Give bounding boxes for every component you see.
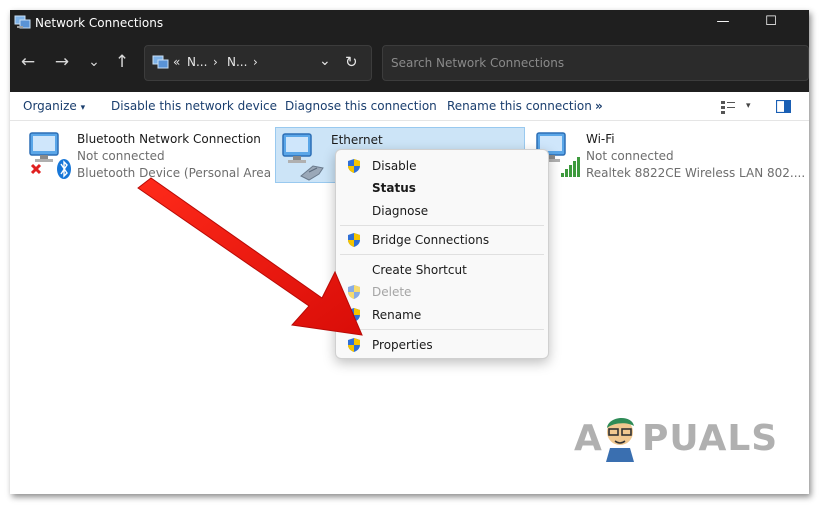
uac-shield-icon	[348, 159, 360, 173]
rename-connection-button[interactable]: Rename this connection	[447, 99, 592, 113]
organize-button[interactable]: Organize ▾	[23, 99, 85, 113]
explorer-window: Network Connections — ☐ ← → ⌄ ↑ « N... ›…	[10, 10, 809, 494]
view-options-icon[interactable]	[721, 100, 737, 114]
menu-label: Rename	[372, 308, 422, 322]
preview-pane-icon[interactable]	[776, 100, 791, 113]
connection-name: Bluetooth Network Connection	[77, 132, 261, 146]
path-separator: ›	[253, 55, 258, 69]
connection-device: Bluetooth Device (Personal Area ...	[77, 166, 287, 180]
connection-name: Wi-Fi	[586, 132, 615, 146]
menu-item-diagnose[interactable]: Diagnose	[336, 200, 548, 222]
appuals-watermark: A PUALS	[570, 408, 790, 468]
organize-label: Organize	[23, 99, 77, 113]
ethernet-network-icon	[282, 133, 324, 181]
menu-separator	[340, 254, 544, 255]
uac-shield-icon	[348, 233, 360, 247]
diagnose-connection-button[interactable]: Diagnose this connection	[285, 99, 437, 113]
path-overflow[interactable]: «	[173, 55, 180, 69]
address-path-box[interactable]: « N... › N... › ⌄ ↻	[144, 45, 372, 81]
title-bar: Network Connections — ☐	[10, 10, 809, 36]
menu-label: Disable	[372, 159, 417, 173]
address-toolbar: ← → ⌄ ↑ « N... › N... › ⌄ ↻ Search Netwo…	[10, 36, 809, 92]
path-segment-2[interactable]: N...	[227, 55, 247, 69]
network-connections-icon	[152, 55, 169, 69]
menu-separator	[340, 225, 544, 226]
connection-item-bluetooth[interactable]: Bluetooth Network Connection Not connect…	[20, 127, 286, 183]
menu-item-status[interactable]: Status	[336, 177, 548, 199]
connection-name: Ethernet	[331, 133, 383, 147]
refresh-button[interactable]: ↻	[345, 53, 358, 71]
back-button[interactable]: ←	[16, 50, 40, 74]
context-menu: Disable Status Diagnose Bridge Connectio…	[335, 149, 549, 359]
mascot-logo	[606, 417, 634, 462]
menu-item-delete: Delete	[336, 281, 548, 303]
minimize-button[interactable]: —	[703, 10, 743, 36]
disable-device-button[interactable]: Disable this network device	[111, 99, 277, 113]
network-connections-icon	[14, 15, 31, 29]
forward-button[interactable]: →	[50, 50, 74, 74]
uac-shield-icon	[348, 285, 360, 299]
menu-separator	[340, 329, 544, 330]
menu-item-disable[interactable]: Disable	[336, 155, 548, 177]
more-commands-button[interactable]: »	[595, 99, 603, 113]
menu-item-create-shortcut[interactable]: Create Shortcut	[336, 259, 548, 281]
menu-label: Create Shortcut	[372, 263, 467, 277]
menu-item-bridge-connections[interactable]: Bridge Connections	[336, 229, 548, 251]
menu-item-rename[interactable]: Rename	[336, 304, 548, 326]
menu-label: Status	[372, 181, 416, 195]
uac-shield-icon	[348, 308, 360, 322]
menu-label: Diagnose	[372, 204, 429, 218]
connection-item-wifi[interactable]: Wi-Fi Not connected Realtek 8822CE Wirel…	[529, 127, 805, 183]
uac-shield-icon	[348, 338, 360, 352]
path-separator: ›	[213, 55, 218, 69]
maximize-button[interactable]: ☐	[751, 10, 791, 36]
connection-status: Not connected	[586, 149, 674, 163]
chevron-down-icon: ▾	[80, 103, 86, 113]
up-button[interactable]: ↑	[110, 50, 134, 74]
path-segment-1[interactable]: N...	[187, 55, 207, 69]
address-dropdown-button[interactable]: ⌄	[319, 53, 331, 69]
search-input[interactable]: Search Network Connections	[382, 45, 809, 81]
menu-item-properties[interactable]: Properties	[336, 334, 548, 356]
menu-label: Properties	[372, 338, 433, 352]
command-bar: Organize ▾ Disable this network device D…	[10, 92, 809, 121]
menu-label: Bridge Connections	[372, 233, 490, 247]
bluetooth-network-icon	[29, 132, 71, 179]
menu-label: Delete	[372, 285, 412, 299]
search-placeholder: Search Network Connections	[391, 56, 565, 70]
connection-status: Not connected	[77, 149, 165, 163]
recent-locations-button[interactable]: ⌄	[82, 50, 106, 74]
window-title: Network Connections	[35, 16, 164, 30]
connection-device: Realtek 8822CE Wireless LAN 802....	[586, 166, 806, 180]
watermark-text-right: PUALS	[642, 418, 779, 459]
watermark-text-left: A	[574, 418, 603, 459]
view-dropdown-button[interactable]: ▾	[746, 101, 751, 111]
